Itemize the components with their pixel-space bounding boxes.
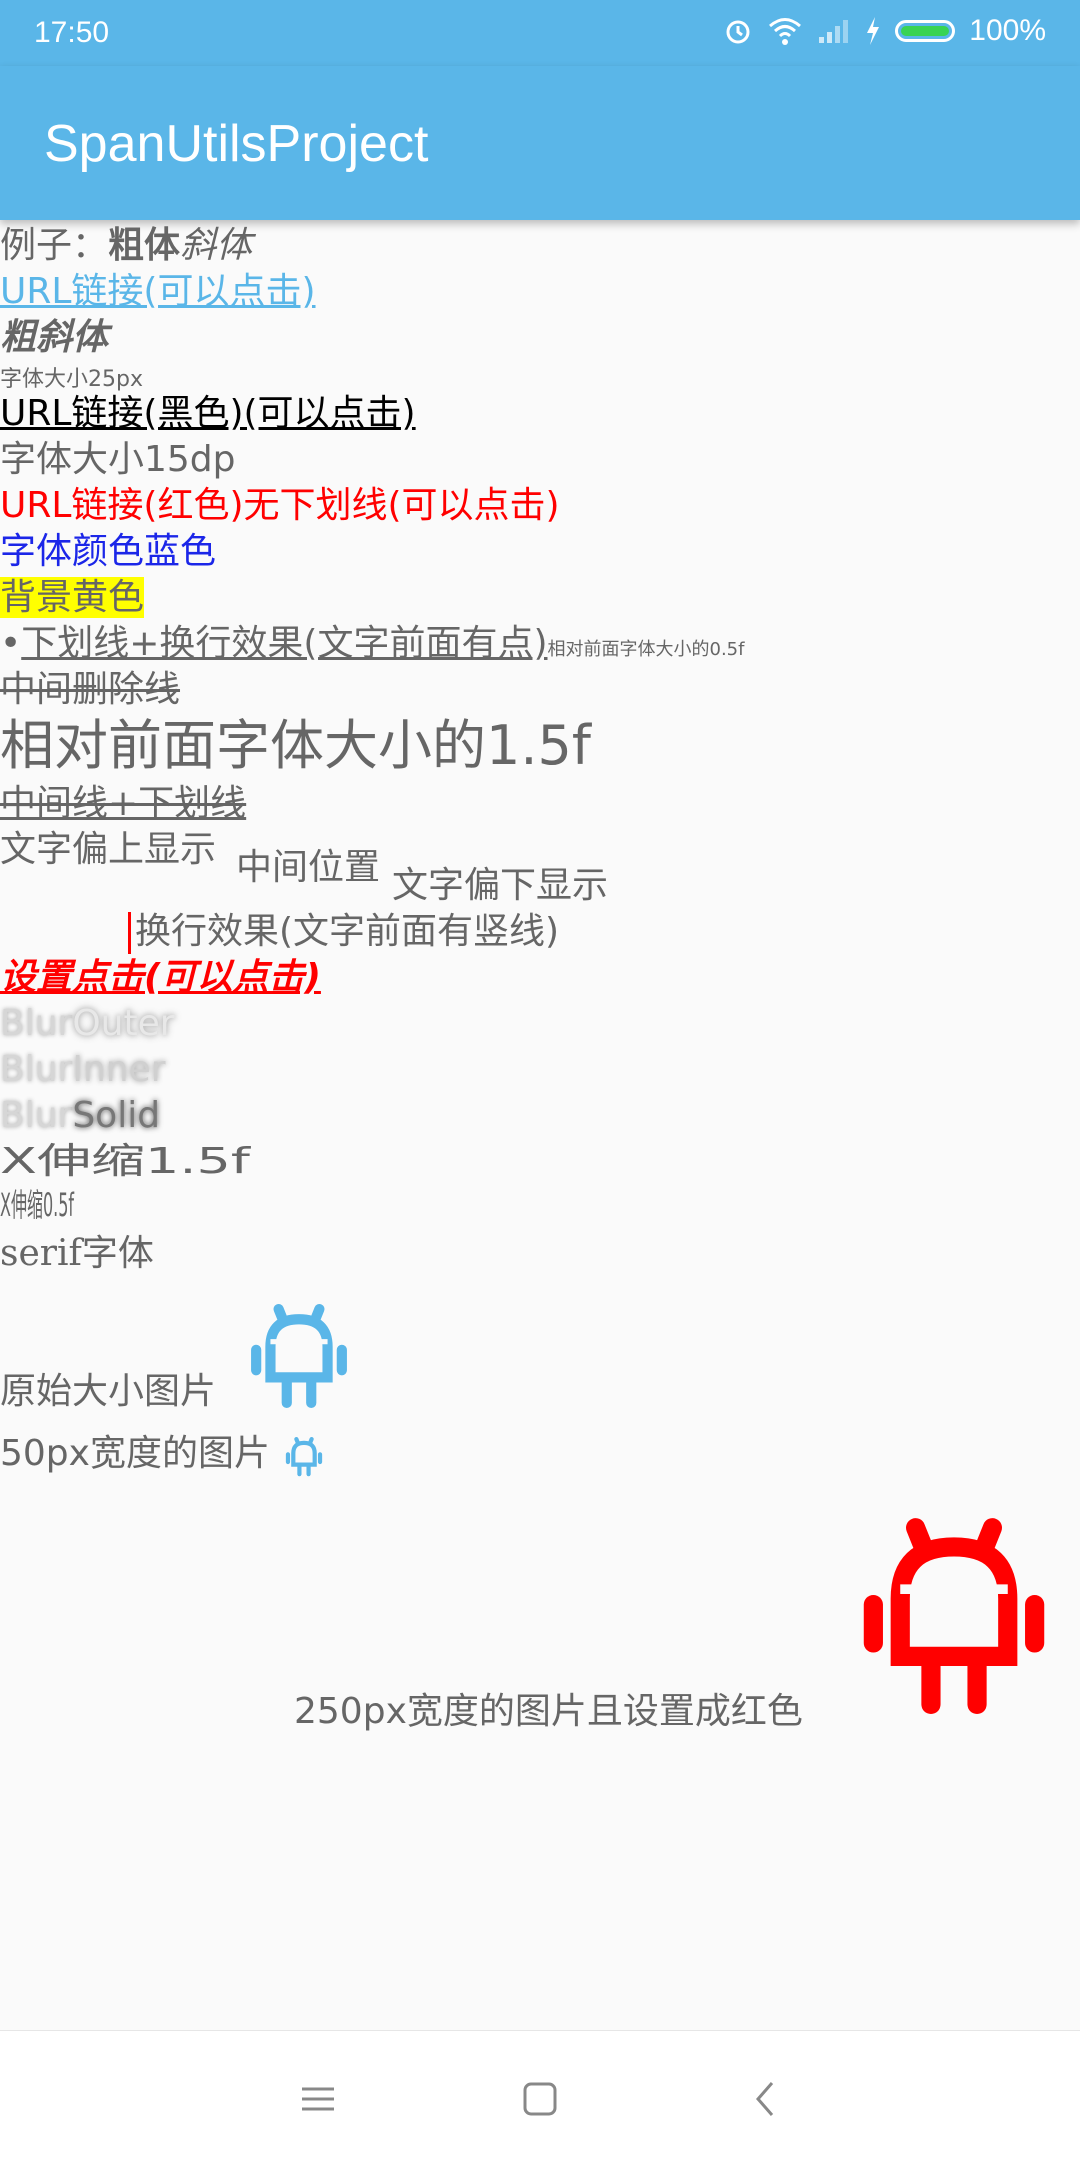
quote-text: 换行效果(文字前面有竖线) [135,911,560,952]
blur-solid-line: BlurSolid [0,1096,160,1136]
scale-x-15-text: X伸缩1.5f [0,1141,250,1182]
menu-icon[interactable] [288,2069,348,2129]
url-black-link[interactable]: URL链接(黑色)(可以点击) [0,394,416,434]
relative-large-text: 相对前面字体大小的1.5f [0,714,591,777]
wifi-icon [769,18,802,45]
example-prefix: 例子： [0,225,109,266]
italic-text: 斜体 [180,225,253,266]
charging-icon [867,17,880,45]
status-time: 17:50 [34,16,110,49]
blur-inner-line: BlurInner [0,1050,166,1090]
app-bar: SpanUtilsProject [0,66,1080,220]
battery-percent: 100% [969,14,1046,47]
img-250px-label: 250px宽度的图片且设置成红色 [294,1691,803,1732]
size-15dp-text: 字体大小15dp [0,439,236,480]
bullet-dot: • [0,623,22,664]
status-icons: 100% [723,14,1046,48]
back-icon[interactable] [736,2069,796,2129]
strikethrough-text: 中间删除线 [0,669,181,710]
blur-inner-prefix: Blur [0,1049,73,1090]
blur-outer-text: Outer [72,1003,175,1044]
bullet-line: •下划线+换行效果(文字前面有点)相对前面字体大小的0.5f [0,624,744,664]
android-red-icon [863,1518,1045,1714]
signal-icon [819,20,849,43]
img-50px-label: 50px宽度的图片 [0,1433,270,1474]
blur-solid-prefix: Blur [0,1095,73,1136]
android-small-icon [285,1436,323,1477]
blur-outer-line: BlurOuter [0,1004,175,1044]
scale-x-05-text: X伸缩0.5f [0,1186,75,1224]
blur-solid-text: Solid [72,1095,161,1136]
home-icon[interactable] [510,2069,570,2129]
relative-small-text: 相对前面字体大小的0.5f [547,639,745,660]
example-line: 例子：粗体斜体 [0,226,252,266]
serif-text: serif字体 [0,1233,154,1274]
blur-outer-prefix: Blur [0,1003,73,1044]
align-bottom-text: 文字偏下显示 [392,865,609,906]
bold-text: 粗体 [108,225,181,266]
bold-italic-text: 粗斜体 [0,317,109,358]
click-text[interactable]: 设置点击(可以点击) [0,958,321,998]
yellow-bg-text: 背景黄色 [0,577,145,618]
size-25px-text: 字体大小25px [0,367,143,392]
blue-text: 字体颜色蓝色 [0,531,217,572]
android-icon [251,1303,347,1408]
navigation-bar [0,2030,1080,2161]
blur-inner-text: Inner [72,1049,166,1090]
alarm-icon [726,20,750,44]
status-bar: 17:50 100% [0,0,1080,66]
battery-icon [895,20,956,42]
quote-bar [128,912,131,954]
url-red-link[interactable]: URL链接(红色)无下划线(可以点击) [0,486,560,526]
align-center-text: 中间位置 [236,847,381,888]
align-top-text: 文字偏上显示 [0,829,217,870]
strike-underline-text: 中间线+下划线 [0,783,247,824]
url-link[interactable]: URL链接(可以点击) [0,272,316,312]
yellow-bg-line: 背景黄色 [0,577,145,618]
img-original-label: 原始大小图片 [0,1371,217,1412]
quote-line: 换行效果(文字前面有竖线) [128,912,559,954]
bullet-text: 下划线+换行效果(文字前面有点) [21,623,548,664]
app-title: SpanUtilsProject [44,115,429,173]
